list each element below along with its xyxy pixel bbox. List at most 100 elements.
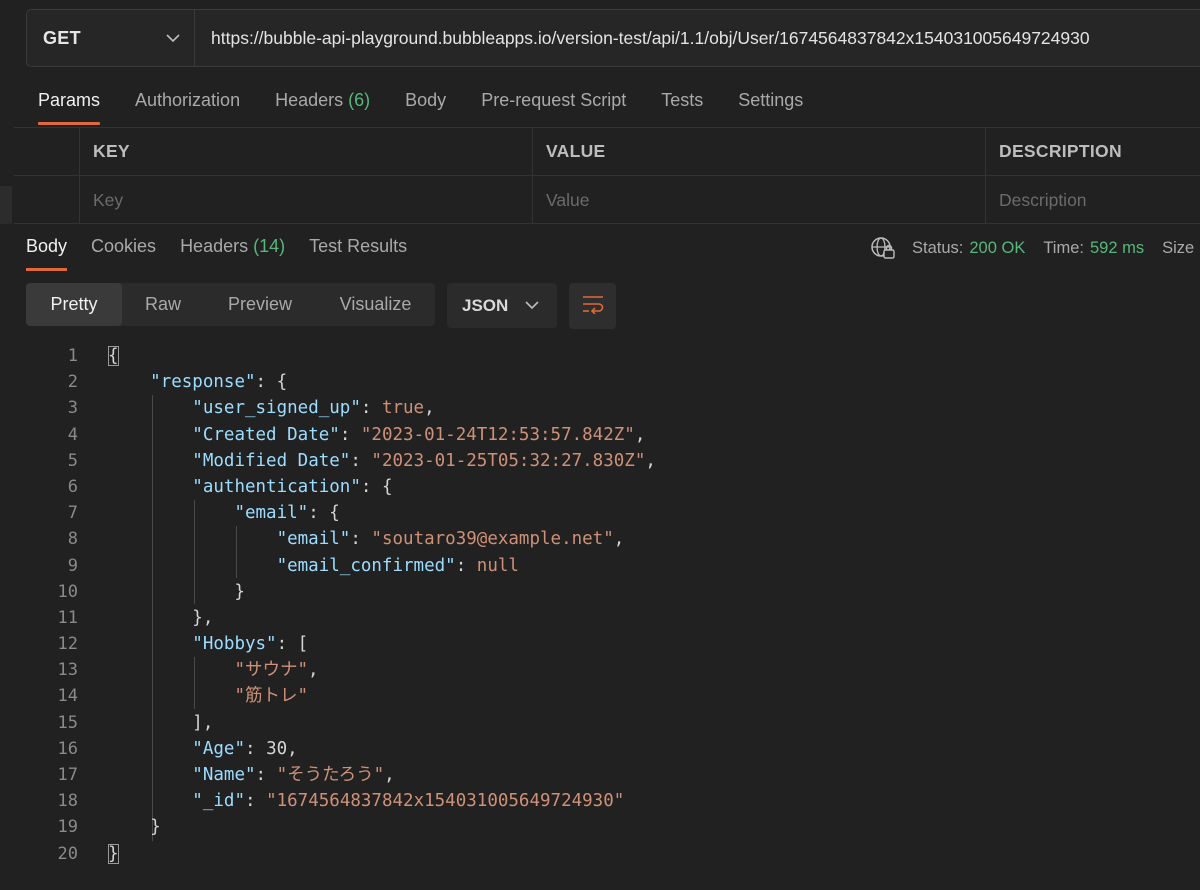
tab-label: Cookies: [91, 236, 157, 256]
code-line: 2 "response": {: [0, 369, 1200, 395]
line-number: 6: [67, 476, 78, 497]
tab-label: Headers: [275, 90, 344, 110]
wrap-lines-icon: [581, 294, 605, 319]
code-line: 13 "サウナ",: [0, 657, 1200, 683]
globe-lock-icon[interactable]: [870, 236, 896, 260]
row-checkbox-cell: [14, 176, 80, 224]
url-input[interactable]: https://bubble-api-playground.bubbleapps…: [195, 10, 1090, 66]
tab-authorization[interactable]: Authorization: [135, 90, 240, 126]
tab-test-results[interactable]: Test Results: [309, 236, 407, 272]
tab-tests[interactable]: Tests: [661, 90, 703, 126]
tab-body[interactable]: Body: [405, 90, 446, 126]
code-text: "Modified Date": "2023-01-25T05:32:27.83…: [192, 450, 656, 471]
line-number: 16: [57, 738, 78, 759]
view-raw[interactable]: Raw: [122, 283, 204, 326]
response-headers-count: (14): [253, 236, 286, 256]
code-text: "_id": "1674564837842x154031005649724930…: [192, 791, 625, 812]
size-label: Size: [1162, 238, 1195, 257]
code-line: 14 "筋トレ": [0, 683, 1200, 709]
code-text: },: [108, 607, 214, 628]
code-line: 6 "authentication": {: [0, 474, 1200, 500]
params-empty-row: Key Value Description: [14, 176, 1200, 224]
headers-count: (6): [348, 90, 371, 110]
tab-label: Params: [38, 90, 101, 110]
code-text: ],: [108, 712, 214, 733]
sidebar-edge: [0, 186, 12, 224]
line-number: 4: [67, 424, 78, 445]
view-mode-switcher: Pretty Raw Preview Visualize: [26, 283, 435, 326]
method-label: GET: [43, 27, 81, 48]
description-header: DESCRIPTION: [999, 141, 1122, 161]
code-text: "Age": 30,: [192, 738, 298, 759]
tab-label: Test Results: [309, 236, 408, 256]
code-text: "email": "soutaro39@example.net",: [276, 529, 625, 550]
tab-pre-request-script[interactable]: Pre-request Script: [481, 90, 626, 126]
key-input[interactable]: Key: [80, 176, 533, 224]
line-number: 13: [57, 660, 78, 681]
code-lines: 1{2 "response": {3 "user_signed_up": tru…: [0, 343, 1200, 867]
line-number: 9: [67, 555, 78, 576]
response-body-viewer[interactable]: 1{2 "response": {3 "user_signed_up": tru…: [0, 343, 1200, 867]
code-text: "email": {: [234, 503, 340, 524]
status-value[interactable]: 200 OK: [969, 239, 1025, 258]
view-preview[interactable]: Preview: [204, 283, 316, 326]
code-text: "Hobbys": [: [192, 634, 309, 655]
tab-label: Authorization: [135, 90, 241, 110]
tab-settings[interactable]: Settings: [738, 90, 803, 126]
code-line: 10 }: [0, 579, 1200, 605]
view-visualize[interactable]: Visualize: [316, 283, 435, 326]
line-number: 3: [67, 398, 78, 419]
code-line: 7 "email": {: [0, 500, 1200, 526]
line-number: 18: [57, 791, 78, 812]
code-text: }: [108, 843, 119, 864]
line-number: 11: [57, 607, 78, 628]
code-line: 16 "Age": 30,: [0, 736, 1200, 762]
tab-headers[interactable]: Headers (6): [275, 90, 370, 126]
code-line: 5 "Modified Date": "2023-01-25T05:32:27.…: [0, 448, 1200, 474]
tab-response-headers[interactable]: Headers (14): [180, 236, 285, 272]
code-text: "user_signed_up": true,: [192, 398, 435, 419]
time-label: Time:: [1043, 238, 1084, 257]
code-line: 4 "Created Date": "2023-01-24T12:53:57.8…: [0, 422, 1200, 448]
description-input[interactable]: Description: [986, 176, 1200, 224]
code-text: "サウナ",: [234, 660, 319, 681]
format-select[interactable]: JSON: [447, 283, 557, 328]
wrap-lines-button[interactable]: [569, 283, 616, 329]
tab-label: Body: [405, 90, 447, 110]
params-header-row: KEY VALUE DESCRIPTION: [14, 128, 1200, 176]
line-number: 2: [67, 372, 78, 393]
tab-response-body[interactable]: Body: [26, 236, 68, 272]
format-label: JSON: [462, 295, 509, 315]
line-number: 10: [57, 581, 78, 602]
request-url-bar: GET https://bubble-api-playground.bubble…: [26, 9, 1200, 67]
chevron-down-icon: [166, 33, 180, 43]
method-select[interactable]: GET: [27, 10, 195, 66]
line-number: 19: [57, 817, 78, 838]
code-line: 12 "Hobbys": [: [0, 631, 1200, 657]
code-text: "筋トレ": [234, 686, 309, 707]
code-text: "Created Date": "2023-01-24T12:53:57.842…: [192, 424, 646, 445]
code-line: 11 },: [0, 605, 1200, 631]
response-tabs: Body Cookies Headers (14) Test Results: [26, 236, 431, 272]
tab-label: Settings: [738, 90, 804, 110]
line-number: 1: [67, 346, 78, 366]
tab-label: Headers: [180, 236, 249, 256]
line-number: 14: [57, 686, 78, 707]
code-text: "response": {: [150, 372, 288, 393]
status-label: Status:: [912, 238, 964, 257]
line-number: 12: [57, 634, 78, 655]
key-header: KEY: [80, 128, 533, 175]
params-table: KEY VALUE DESCRIPTION Key Value Descript…: [14, 127, 1200, 224]
line-number: 8: [67, 529, 78, 550]
tab-cookies[interactable]: Cookies: [91, 236, 156, 272]
view-pretty[interactable]: Pretty: [26, 283, 122, 326]
tab-params[interactable]: Params: [38, 90, 101, 126]
value-input[interactable]: Value: [533, 176, 986, 224]
chevron-down-icon: [525, 297, 539, 315]
code-line: 3 "user_signed_up": true,: [0, 395, 1200, 421]
time-value[interactable]: 592 ms: [1090, 239, 1144, 258]
code-text: "email_confirmed": null: [276, 555, 519, 576]
tab-label: Pre-request Script: [481, 90, 627, 110]
code-text: "authentication": {: [192, 476, 393, 497]
code-line: 15 ],: [0, 710, 1200, 736]
